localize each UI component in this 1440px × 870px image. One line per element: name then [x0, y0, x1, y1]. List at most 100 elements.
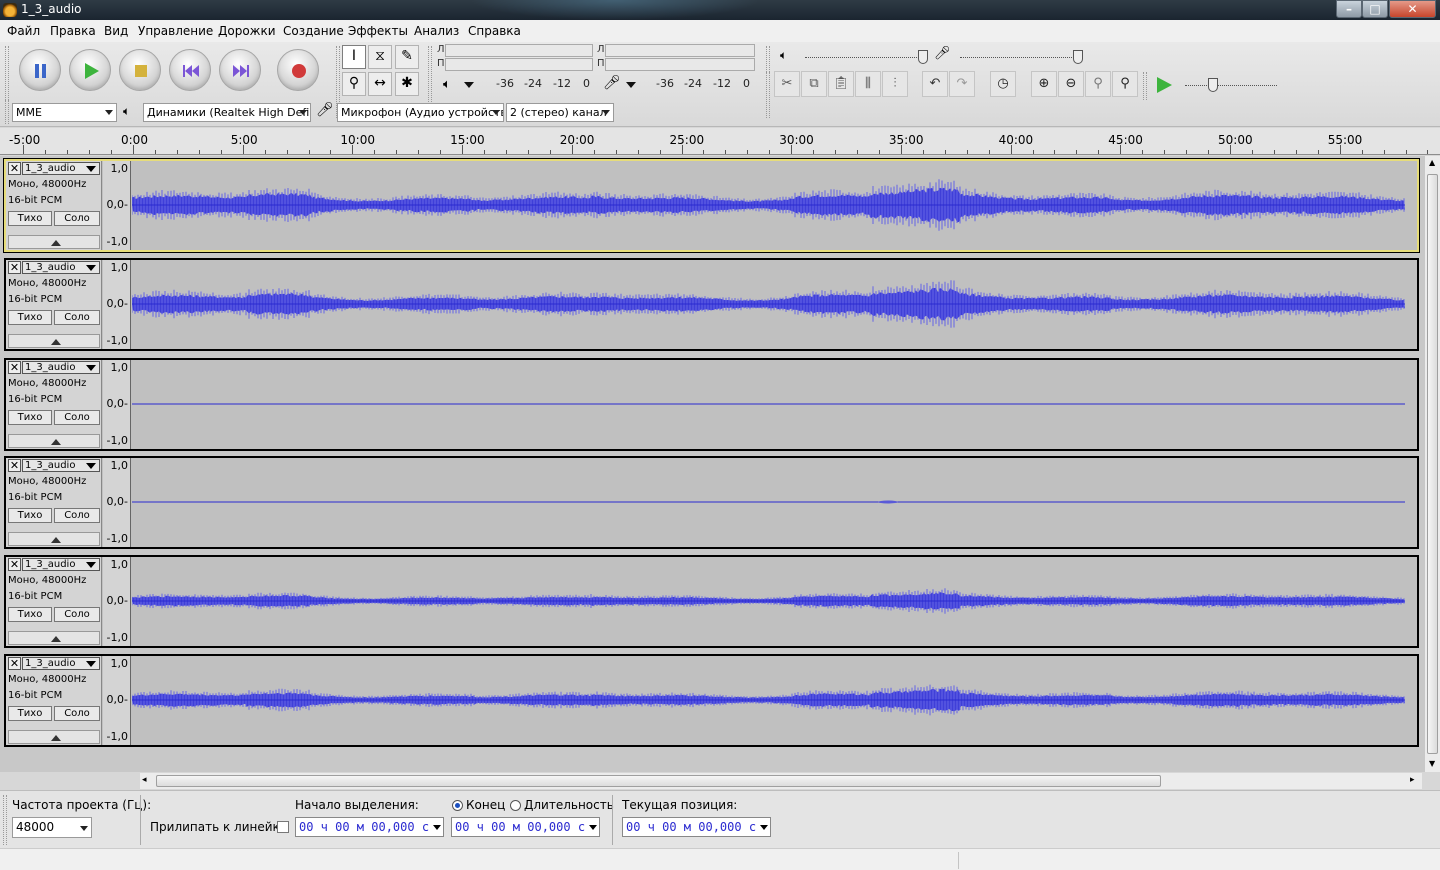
horizontal-scrollbar[interactable]: ◂ ▸: [140, 773, 1422, 789]
selection-start-time[interactable]: 00 ч 00 м 00,000 с: [295, 817, 444, 837]
close-button[interactable]: ✕: [1389, 0, 1436, 18]
track-name-menu[interactable]: 1_3_audio: [22, 361, 100, 374]
length-radio[interactable]: [510, 800, 521, 811]
track-close-icon[interactable]: ✕: [8, 459, 21, 472]
snap-checkbox[interactable]: [277, 821, 289, 833]
envelope-tool[interactable]: ⧖: [368, 45, 392, 69]
solo-button[interactable]: Соло: [54, 211, 100, 226]
play-speed-slider[interactable]: [1185, 85, 1277, 86]
zoom-out-button[interactable]: ⊖: [1058, 71, 1084, 97]
track-close-icon[interactable]: ✕: [8, 261, 21, 274]
waveform[interactable]: [132, 360, 1417, 449]
waveform[interactable]: [132, 260, 1417, 349]
menu-tracks[interactable]: Дорожки: [218, 24, 276, 38]
mute-button[interactable]: Тихо: [8, 310, 52, 325]
audio-host-select[interactable]: MME: [12, 103, 117, 122]
current-position-time[interactable]: 00 ч 00 м 00,000 с: [622, 817, 771, 837]
track-name-menu[interactable]: 1_3_audio: [22, 459, 100, 472]
scroll-left-icon[interactable]: ◂: [142, 775, 147, 785]
solo-button[interactable]: Соло: [54, 310, 100, 325]
end-radio[interactable]: [452, 800, 463, 811]
menu-view[interactable]: Вид: [104, 24, 128, 38]
track-name-menu[interactable]: 1_3_audio: [22, 162, 100, 175]
copy-button[interactable]: ⧉: [801, 71, 827, 97]
output-volume-thumb[interactable]: [918, 50, 928, 64]
waveform[interactable]: [132, 161, 1417, 250]
input-volume-thumb[interactable]: [1073, 50, 1083, 64]
draw-tool[interactable]: ✎: [395, 45, 419, 69]
menu-edit[interactable]: Правка: [50, 24, 96, 38]
edit-grip[interactable]: [766, 72, 770, 100]
record-button[interactable]: [277, 49, 319, 91]
record-meter-menu-arrow[interactable]: [626, 82, 636, 88]
track-close-icon[interactable]: ✕: [8, 361, 21, 374]
paste-button[interactable]: 📋︎: [828, 71, 854, 97]
vertical-scroll-thumb[interactable]: [1427, 174, 1438, 754]
track-name-menu[interactable]: 1_3_audio: [22, 657, 100, 670]
audio-track[interactable]: ✕ 1_3_audio Моно, 48000Hz 16-bit PCM Тихо Сол…: [4, 456, 1419, 549]
zoom-tool[interactable]: ⚲: [342, 72, 366, 96]
skip-start-button[interactable]: [169, 49, 211, 91]
device-grip[interactable]: [5, 100, 9, 124]
mute-button[interactable]: Тихо: [8, 508, 52, 523]
skip-end-button[interactable]: [219, 49, 261, 91]
menu-transport[interactable]: Управление: [138, 24, 213, 38]
audio-track[interactable]: ✕ 1_3_audio Моно, 48000Hz 16-bit PCM Тихо Сол…: [4, 555, 1419, 648]
recording-device-select[interactable]: Микрофон (Аудио устройств: [337, 103, 504, 122]
mute-button[interactable]: Тихо: [8, 607, 52, 622]
output-volume-slider[interactable]: [805, 57, 925, 58]
waveform[interactable]: [132, 557, 1417, 646]
menu-generate[interactable]: Создание: [283, 24, 344, 38]
mute-button[interactable]: Тихо: [8, 211, 52, 226]
track-name-menu[interactable]: 1_3_audio: [22, 558, 100, 571]
track-control-panel[interactable]: ✕ 1_3_audio Моно, 48000Hz 16-bit PCM Тихо Сол…: [6, 360, 102, 449]
selection-tool[interactable]: I: [342, 45, 366, 69]
collapse-track-button[interactable]: [8, 631, 100, 645]
track-close-icon[interactable]: ✕: [8, 558, 21, 571]
minimize-button[interactable]: –: [1336, 0, 1362, 18]
zoom-in-button[interactable]: ⊕: [1031, 71, 1057, 97]
multi-tool[interactable]: ✱: [395, 72, 419, 96]
play-speed-thumb[interactable]: [1208, 78, 1218, 92]
menu-effects[interactable]: Эффекты: [348, 24, 408, 38]
microphone-icon[interactable]: 🎤︎: [603, 75, 621, 91]
redo-button[interactable]: ↷: [949, 71, 975, 97]
audio-track[interactable]: ✕ 1_3_audio Моно, 48000Hz 16-bit PCM Тихо Сол…: [4, 258, 1419, 351]
track-close-icon[interactable]: ✕: [8, 657, 21, 670]
menu-help[interactable]: Справка: [468, 24, 521, 38]
sync-lock-button[interactable]: ◷: [990, 71, 1016, 97]
play-at-speed-button[interactable]: [1155, 76, 1173, 97]
timeline-ruler[interactable]: -5:00 0:00 5:00 10:00 15:00 20:00 25:00 30:00 35…: [0, 128, 1440, 155]
fit-project-button[interactable]: ⚲: [1112, 71, 1138, 97]
horizontal-scroll-thumb[interactable]: [156, 775, 1161, 787]
track-control-panel[interactable]: ✕ 1_3_audio Моно, 48000Hz 16-bit PCM Тихо Сол…: [6, 260, 102, 349]
waveform[interactable]: [132, 458, 1417, 547]
scroll-down-icon[interactable]: ▼: [1429, 759, 1435, 768]
solo-button[interactable]: Соло: [54, 706, 100, 721]
track-name-menu[interactable]: 1_3_audio: [22, 261, 100, 274]
channels-select[interactable]: 2 (стерео) канал: [506, 103, 614, 122]
track-control-panel[interactable]: ✕ 1_3_audio Моно, 48000Hz 16-bit PCM Тихо Сол…: [6, 557, 102, 646]
stop-button[interactable]: [119, 49, 161, 91]
audio-track[interactable]: ✕ 1_3_audio Моно, 48000Hz 16-bit PCM Тихо Сол…: [4, 654, 1419, 747]
pause-button[interactable]: [19, 49, 61, 91]
playback-meter-menu-arrow[interactable]: [464, 82, 474, 88]
time-shift-tool[interactable]: ↔: [368, 72, 392, 96]
silence-button[interactable]: ⫶: [882, 71, 908, 97]
project-rate-select[interactable]: 48000: [12, 817, 92, 838]
vertical-scrollbar[interactable]: ▲ ▼: [1424, 156, 1440, 772]
speaker-icon[interactable]: 🔈︎: [443, 77, 451, 92]
audio-track[interactable]: ✕ 1_3_audio Моно, 48000Hz 16-bit PCM Тихо Сол…: [3, 158, 1420, 253]
collapse-track-button[interactable]: [8, 532, 100, 546]
mute-button[interactable]: Тихо: [8, 410, 52, 425]
playback-device-select[interactable]: Динамики (Realtek High Defin: [143, 103, 311, 122]
cut-button[interactable]: ✂: [774, 71, 800, 97]
track-close-icon[interactable]: ✕: [8, 162, 21, 175]
solo-button[interactable]: Соло: [54, 607, 100, 622]
collapse-track-button[interactable]: [8, 235, 100, 249]
track-control-panel[interactable]: ✕ 1_3_audio Моно, 48000Hz 16-bit PCM Тихо Сол…: [6, 458, 102, 547]
undo-button[interactable]: ↶: [922, 71, 948, 97]
track-control-panel[interactable]: ✕ 1_3_audio Моно, 48000Hz 16-bit PCM Тихо Сол…: [6, 656, 102, 745]
selection-grip[interactable]: [3, 795, 7, 845]
maximize-button[interactable]: □: [1362, 0, 1388, 18]
